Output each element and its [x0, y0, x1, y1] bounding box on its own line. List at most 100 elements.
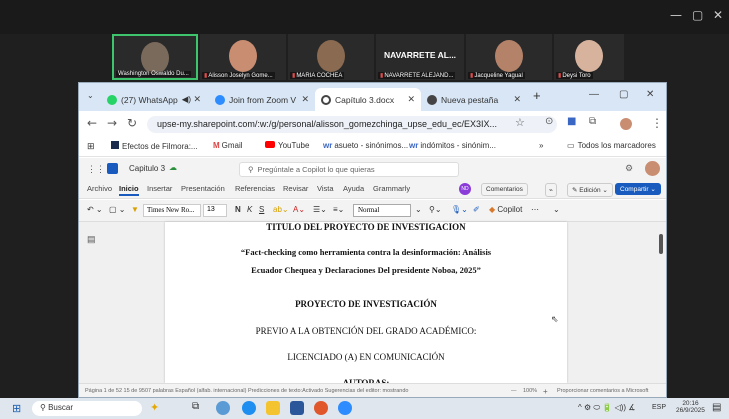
clock[interactable]: 20:16 26/9/2025 — [676, 400, 705, 414]
copilot-search-input[interactable]: ⚲ Pregúntale a Copilot lo que quieras — [239, 162, 459, 177]
dictate-icon[interactable]: 🎙⌄ — [451, 205, 468, 214]
tab-vista[interactable]: Vista — [317, 184, 334, 193]
close-tab-icon[interactable]: ✕ — [301, 94, 309, 105]
extension-icon[interactable]: ■ — [567, 116, 576, 127]
font-size-select[interactable]: 13 — [203, 204, 227, 217]
bullets-icon[interactable]: ☰⌄ — [313, 205, 327, 214]
share-button[interactable]: Compartir ⌄ — [615, 183, 661, 195]
tab-list-icon[interactable]: ⌄ — [87, 91, 94, 100]
clipboard-icon[interactable]: ▢ ⌄ — [109, 205, 125, 214]
settings-icon[interactable]: ⚙ — [625, 163, 633, 174]
doc-name[interactable]: Capitulo 3 — [129, 164, 165, 173]
file-explorer-icon[interactable] — [266, 401, 280, 415]
bookmark-item[interactable]: M Gmail — [213, 141, 243, 150]
tab-zoom[interactable]: Join from Zoom V ✕ — [209, 88, 315, 111]
bookmark-item[interactable]: Efectos de Filmora:... — [111, 141, 198, 151]
find-icon[interactable]: ⚲⌄ — [429, 205, 442, 214]
bookmark-item[interactable]: YouTube — [265, 141, 309, 150]
puzzle-icon[interactable]: ⧉ — [589, 116, 596, 127]
menu-icon[interactable]: ⋮ — [651, 116, 663, 130]
forward-icon[interactable]: → — [107, 116, 117, 130]
close-icon[interactable]: ✕ — [713, 8, 723, 22]
minimize-icon[interactable]: — — [670, 8, 682, 22]
participant-tile[interactable]: ▮Jacqueline Yagual — [466, 34, 552, 80]
participant-tile[interactable]: NAVARRETE AL... ▮NAVARRETE ALEJAND... — [376, 34, 464, 80]
close-tab-icon[interactable]: ✕ — [407, 94, 415, 105]
tab-capitulo[interactable]: Capítulo 3.docx ✕ — [315, 88, 421, 111]
close-icon[interactable]: ✕ — [646, 89, 654, 100]
close-tab-icon[interactable]: ✕ — [513, 94, 521, 105]
catchup-button[interactable]: ⌁ — [545, 183, 557, 197]
alignment-icon[interactable]: ≡⌄ — [333, 205, 344, 214]
more-bookmarks-icon[interactable]: » — [539, 141, 543, 150]
underline-button[interactable]: S — [259, 205, 264, 214]
format-painter-icon[interactable]: ▼ — [131, 205, 139, 214]
back-icon[interactable]: ← — [87, 116, 97, 130]
copilot-button[interactable]: ◆ Copilot — [489, 205, 522, 214]
new-tab-button[interactable]: + — [533, 88, 541, 103]
undo-icon[interactable]: ↶ ⌄ — [87, 205, 103, 214]
close-tab-icon[interactable]: ✕ — [193, 94, 201, 105]
url-field[interactable]: upse-my.sharepoint.com/:w:/g/personal/al… — [147, 116, 557, 133]
highlight-icon[interactable]: ab⌄ — [273, 205, 289, 214]
zoom-in-icon[interactable]: + — [543, 387, 548, 396]
document-page[interactable]: TITULO DEL PROYECTO DE INVESTIGACION “Fa… — [165, 222, 567, 388]
app-icon[interactable] — [216, 401, 230, 415]
comments-button[interactable]: Comentarios — [481, 183, 528, 196]
restore-icon[interactable]: ▢ — [619, 89, 628, 100]
taskbar-search[interactable]: ⚲ Buscar — [32, 401, 142, 416]
tab-grammarly[interactable]: Grammarly — [373, 184, 410, 193]
star-icon[interactable]: ☆ — [515, 116, 525, 129]
feedback-link[interactable]: Proporcionar comentarios a Microsoft — [557, 388, 648, 394]
zoom-level[interactable]: 100% — [523, 388, 537, 394]
minimize-icon[interactable]: — — [589, 89, 599, 100]
navigation-pane-icon[interactable]: ▤ — [87, 234, 96, 245]
bookmark-item[interactable]: wr indómitos - sinónim... — [409, 141, 496, 150]
task-view-icon[interactable]: ⧉ — [192, 401, 206, 415]
tab-revisar[interactable]: Revisar — [283, 184, 308, 193]
edge-icon[interactable] — [242, 401, 256, 415]
participant-tile[interactable]: Washington Oswaldo Du... — [112, 34, 198, 80]
styles-dropdown-icon[interactable]: ⌄ — [415, 205, 422, 214]
zoom-out-icon[interactable]: — — [511, 388, 517, 394]
bold-button[interactable]: N — [235, 205, 241, 214]
account-avatar[interactable] — [645, 161, 660, 176]
scrollbar-thumb[interactable] — [659, 234, 663, 254]
chrome-icon[interactable] — [314, 401, 328, 415]
editor-icon[interactable]: ✐ — [473, 205, 480, 214]
tab-insertar[interactable]: Insertar — [147, 184, 172, 193]
extension-icon[interactable]: ⊙ — [545, 116, 553, 127]
participant-tile[interactable]: ▮Alisson Joselyn Gome... — [200, 34, 286, 80]
tab-inicio[interactable]: Inicio — [119, 184, 139, 196]
outlook-icon[interactable] — [290, 401, 304, 415]
reload-icon[interactable]: ↻ — [127, 116, 137, 130]
font-select[interactable]: Times New Ro... — [143, 204, 201, 217]
editing-button[interactable]: ✎ Edición ⌄ — [567, 183, 613, 197]
apps-icon[interactable]: ⊞ — [87, 141, 95, 152]
widgets-icon[interactable]: ✦ — [150, 401, 159, 414]
font-color-icon[interactable]: A⌄ — [293, 205, 305, 214]
bookmark-item[interactable]: ▭ Todos los marcadores — [567, 141, 656, 150]
language-indicator[interactable]: ESP — [652, 404, 666, 411]
tab-new[interactable]: Nueva pestaña ✕ — [421, 88, 527, 111]
more-options-icon[interactable]: ⋯ — [531, 205, 539, 214]
restore-icon[interactable]: ▢ — [692, 8, 703, 22]
collapse-ribbon-icon[interactable]: ⌄ — [553, 205, 560, 214]
participant-tile[interactable]: ▮Deysi Toro — [554, 34, 624, 80]
tab-whatsapp[interactable]: (27) WhatsApp ◀) ✕ — [101, 88, 207, 111]
windows-start-icon[interactable]: ⊞ — [12, 402, 21, 415]
zoom-icon[interactable] — [338, 401, 352, 415]
tab-ayuda[interactable]: Ayuda — [343, 184, 364, 193]
doc-line: PREVIO A LA OBTENCIÓN DEL GRADO ACADÉMIC… — [255, 326, 477, 336]
tab-archivo[interactable]: Archivo — [87, 184, 112, 193]
italic-button[interactable]: K — [247, 205, 252, 214]
notifications-icon[interactable]: ▤ — [712, 402, 721, 413]
apps-launcher-icon[interactable]: ⋮⋮ — [87, 164, 105, 175]
style-select[interactable]: Normal — [353, 204, 411, 217]
participant-tile[interactable]: ▮MARIA COCHEA — [288, 34, 374, 80]
system-tray-icons[interactable]: ^ ⚙ ⬭ 🔋 ◁)) ∡ — [578, 403, 635, 413]
bookmark-item[interactable]: wr asueto - sinónimos... — [323, 141, 408, 150]
profile-avatar[interactable] — [620, 118, 632, 130]
tab-referencias[interactable]: Referencias — [235, 184, 275, 193]
tab-presentacion[interactable]: Presentación — [181, 184, 225, 193]
